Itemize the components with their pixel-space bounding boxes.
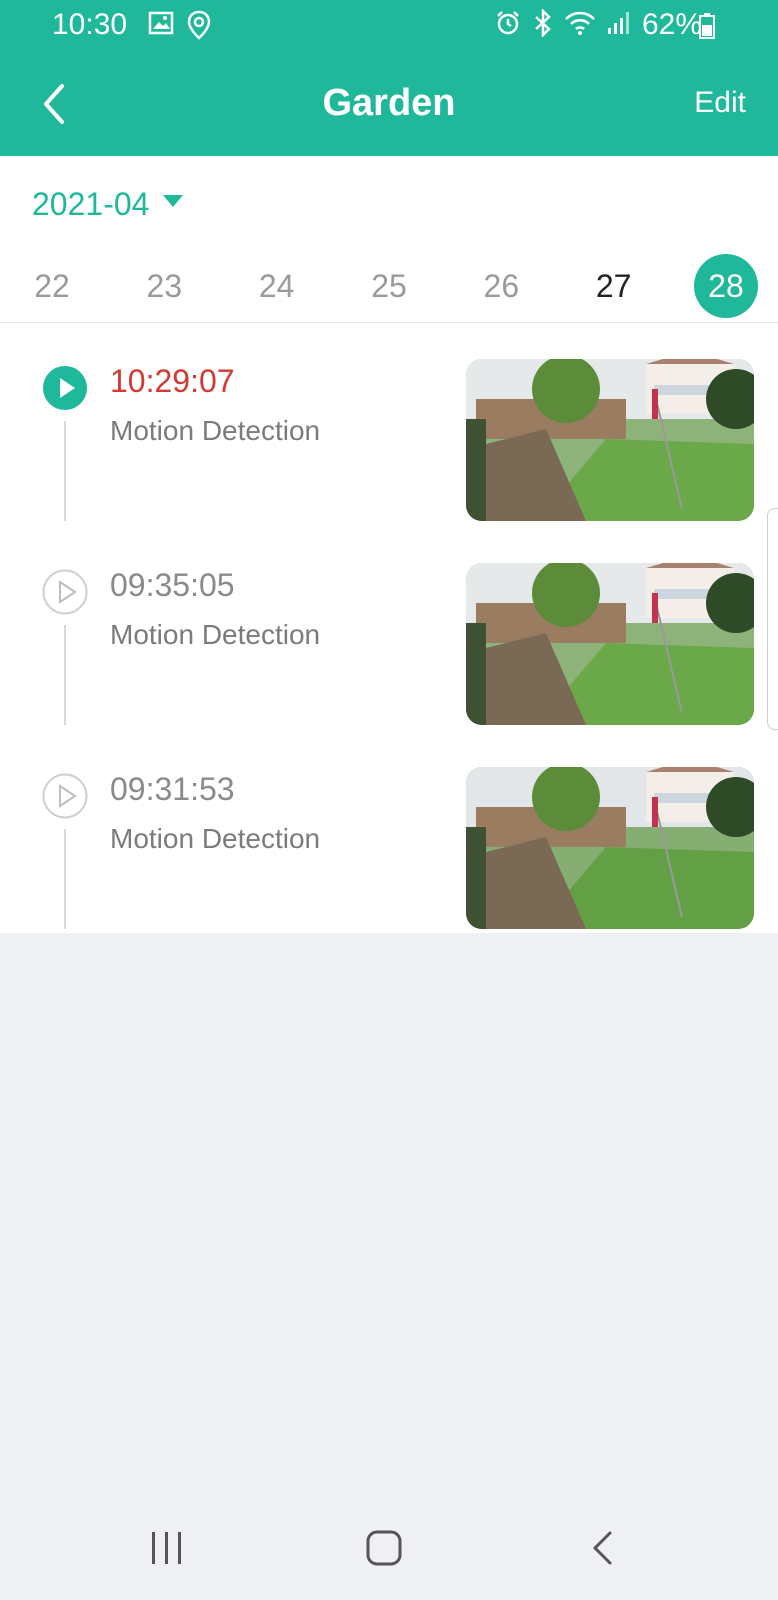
day-22[interactable]: 22 <box>20 254 84 318</box>
event-time: 10:29:07 <box>110 363 235 399</box>
wifi-icon <box>564 10 596 41</box>
status-time: 10:30 <box>52 8 128 41</box>
timeline-connector <box>64 421 66 521</box>
day-24[interactable]: 24 <box>245 254 309 318</box>
event-type: Motion Detection <box>110 823 321 854</box>
garden-thumbnail-image <box>466 563 754 725</box>
back-icon[interactable] <box>590 1530 614 1571</box>
alarm-icon <box>494 9 522 42</box>
list-item[interactable]: 10:29:07 Motion Detection <box>0 323 778 527</box>
month-selector[interactable]: 2021-04 <box>32 186 184 223</box>
event-type: Motion Detection <box>110 619 321 650</box>
timeline-connector <box>64 625 66 725</box>
status-icons: 62% <box>494 7 702 42</box>
month-label: 2021-04 <box>32 186 150 222</box>
day-27[interactable]: 27 <box>582 254 646 318</box>
garden-thumbnail-image <box>466 767 754 929</box>
list-item[interactable]: 09:35:05 Motion Detection <box>0 527 778 731</box>
event-thumbnail[interactable] <box>466 767 754 929</box>
event-thumbnail[interactable] <box>466 563 754 725</box>
location-icon <box>186 10 212 45</box>
side-scroll-handle[interactable] <box>767 508 778 730</box>
event-type: Motion Detection <box>110 415 321 446</box>
recent-apps-icon[interactable] <box>150 1530 184 1571</box>
event-time: 09:35:05 <box>110 567 235 603</box>
day-strip: 22 23 24 25 26 27 28 <box>20 254 758 318</box>
app-header: Garden Edit <box>0 52 778 156</box>
page-title: Garden <box>322 82 456 124</box>
bluetooth-icon <box>532 7 554 42</box>
timeline-connector <box>64 829 66 929</box>
battery-percent: 62% <box>641 8 702 41</box>
event-list: 10:29:07 Motion Detection 09:35:05 Motio… <box>0 323 778 933</box>
home-icon[interactable] <box>366 1530 402 1571</box>
caret-down-icon <box>163 194 184 207</box>
event-time: 09:31:53 <box>110 771 235 807</box>
event-thumbnail[interactable] <box>466 359 754 521</box>
garden-thumbnail-image <box>466 359 754 521</box>
date-picker: 2021-04 22 23 24 25 26 27 28 <box>0 156 778 323</box>
play-outline-icon[interactable] <box>42 773 88 819</box>
play-outline-icon[interactable] <box>42 569 88 615</box>
gallery-icon <box>148 10 174 41</box>
list-item[interactable]: 09:31:53 Motion Detection <box>0 731 778 935</box>
edit-button[interactable]: Edit <box>694 86 746 120</box>
system-nav-bar <box>0 1500 778 1600</box>
battery-icon <box>698 12 716 45</box>
signal-icon <box>606 10 632 41</box>
day-23[interactable]: 23 <box>132 254 196 318</box>
day-28[interactable]: 28 <box>693 254 758 318</box>
day-26[interactable]: 26 <box>469 254 533 318</box>
play-filled-icon[interactable] <box>42 365 88 411</box>
status-bar: 10:30 62% <box>0 0 778 52</box>
day-25[interactable]: 25 <box>357 254 421 318</box>
